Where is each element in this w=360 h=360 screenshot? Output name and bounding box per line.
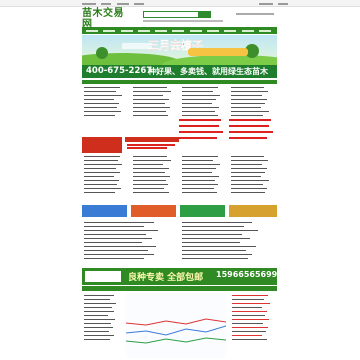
list-item[interactable] xyxy=(180,190,225,194)
main-nav xyxy=(82,27,277,37)
nav-item[interactable] xyxy=(120,29,133,32)
list-column xyxy=(82,220,172,265)
ad-banner[interactable] xyxy=(131,205,176,217)
nav-item[interactable] xyxy=(241,29,254,32)
header-right-link[interactable] xyxy=(236,13,274,15)
nav-item[interactable] xyxy=(86,29,98,32)
ad-banner[interactable] xyxy=(229,205,277,217)
list-column xyxy=(82,85,127,117)
lower-list-section xyxy=(82,220,277,265)
top-link[interactable] xyxy=(82,2,96,5)
top-link[interactable] xyxy=(133,2,144,5)
section-header xyxy=(82,80,277,84)
section-header xyxy=(82,286,277,291)
top-link[interactable] xyxy=(278,2,289,5)
hot-keywords[interactable] xyxy=(143,20,223,22)
bottom-promo-logo xyxy=(84,270,122,283)
nav-item[interactable] xyxy=(258,29,271,32)
top-utility-bar xyxy=(0,0,360,7)
list-item[interactable] xyxy=(82,113,127,117)
list-item[interactable] xyxy=(82,337,122,341)
nav-item[interactable] xyxy=(155,29,168,32)
list-column xyxy=(180,85,225,117)
list-column xyxy=(131,85,176,117)
list-column xyxy=(180,220,277,265)
list-item[interactable] xyxy=(131,113,176,117)
list-item[interactable] xyxy=(229,190,277,194)
list-item[interactable] xyxy=(82,190,127,194)
category-list xyxy=(82,293,122,358)
price-trend-chart xyxy=(126,293,226,358)
bottom-promo-phone: 15966565699 xyxy=(216,270,278,279)
nav-item[interactable] xyxy=(172,29,185,32)
site-logo[interactable]: 苗木交易网 xyxy=(82,8,134,34)
nav-item[interactable] xyxy=(137,29,150,32)
list-column xyxy=(180,154,225,202)
contact-grid xyxy=(179,119,277,145)
promo-text-block xyxy=(125,143,179,151)
search-input[interactable] xyxy=(143,11,199,18)
nav-item[interactable] xyxy=(103,29,116,32)
list-item[interactable] xyxy=(131,190,176,194)
nav-item[interactable] xyxy=(224,29,237,32)
list-item[interactable] xyxy=(180,256,277,260)
list-item[interactable] xyxy=(229,113,274,117)
list-item[interactable] xyxy=(180,113,225,117)
list-column xyxy=(82,154,127,202)
list-item[interactable] xyxy=(230,337,277,341)
list-column xyxy=(229,85,274,117)
promo-red-strip[interactable] xyxy=(125,137,179,142)
ad-row xyxy=(82,205,277,217)
right-list xyxy=(230,293,277,358)
product-list-section xyxy=(82,85,277,119)
hero-tag xyxy=(188,48,248,56)
ad-banner[interactable] xyxy=(180,205,225,217)
top-link[interactable] xyxy=(101,2,112,5)
nav-item[interactable] xyxy=(206,29,219,32)
top-link[interactable] xyxy=(259,2,274,5)
price-section xyxy=(82,286,277,360)
hotline-slogan: 种好果、多卖钱、就用绿生态苗木 xyxy=(148,67,268,76)
search-button[interactable] xyxy=(199,11,211,18)
list-column xyxy=(229,154,277,202)
top-link[interactable] xyxy=(116,2,129,5)
nav-item[interactable] xyxy=(189,29,202,32)
bottom-promo-headline: 良种专卖 全部包邮 xyxy=(128,273,204,283)
list-column xyxy=(131,154,176,202)
list-item[interactable] xyxy=(82,256,172,260)
header-right-area xyxy=(236,11,276,18)
ad-banner[interactable] xyxy=(82,205,127,217)
hotline-number: 400-675-2267 xyxy=(86,66,153,76)
supply-demand-section xyxy=(82,154,277,202)
promo-red-box[interactable] xyxy=(82,137,122,153)
